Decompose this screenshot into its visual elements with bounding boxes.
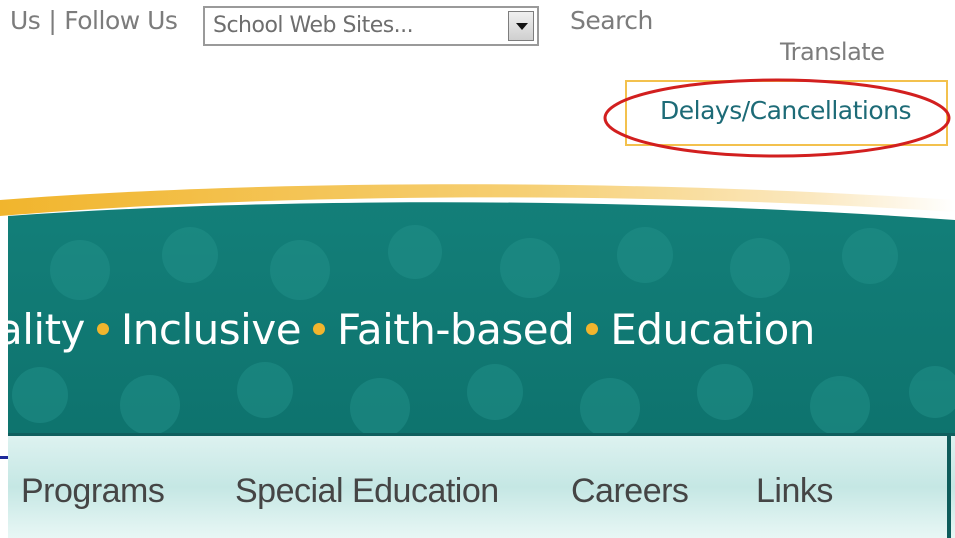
contact-us-link[interactable]: Us [10, 6, 41, 35]
nav-item-careers[interactable]: Careers [571, 472, 689, 511]
bullet-dot-icon [313, 322, 326, 335]
tagline-word: Inclusive [120, 305, 302, 354]
follow-us-link[interactable]: Follow Us [64, 6, 178, 35]
tagline-word: Education [610, 305, 815, 354]
translate-link[interactable]: Translate [780, 38, 885, 66]
bullet-dot-icon [586, 322, 599, 335]
school-select-value: School Web Sites... [213, 13, 414, 38]
red-highlight-ellipse [603, 78, 951, 158]
nav-right-border [947, 436, 951, 538]
tagline-word: ality [0, 305, 85, 354]
school-web-sites-select[interactable]: School Web Sites... [203, 6, 539, 46]
bullet-dot-icon [96, 322, 109, 335]
tagline: ality Inclusive Faith-based Education [0, 305, 955, 354]
nav-item-programs[interactable]: Programs [21, 472, 165, 511]
nav-item-links[interactable]: Links [756, 472, 833, 511]
nav-item-special-education[interactable]: Special Education [235, 472, 499, 511]
tagline-word: Faith-based [337, 305, 575, 354]
separator: | [48, 6, 57, 35]
top-utility-bar: Us | Follow Us School Web Sites... Search … [0, 0, 955, 170]
chevron-down-icon[interactable] [508, 11, 534, 41]
search-link[interactable]: Search [570, 6, 653, 35]
main-nav: Programs Special Education Careers Links [8, 433, 955, 538]
utility-links: Us | Follow Us [10, 6, 178, 35]
